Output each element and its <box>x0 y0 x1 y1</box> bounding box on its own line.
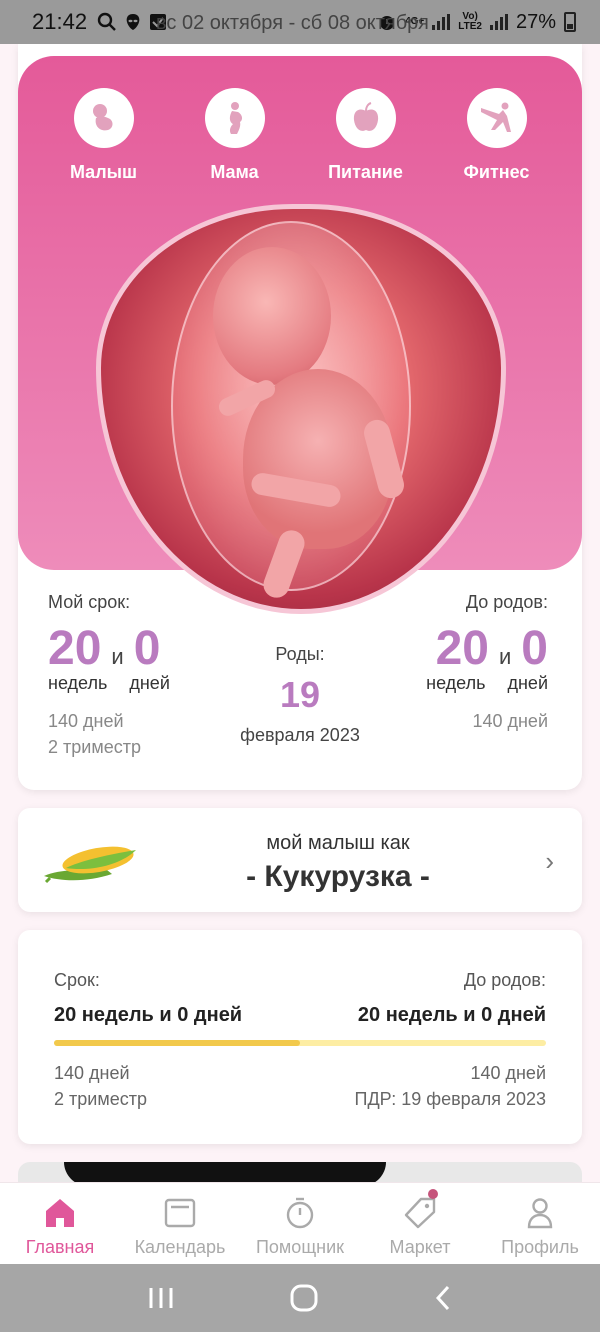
category-label: Питание <box>328 162 403 182</box>
notification-overlay-text: вс 02 октября - сб 08 октября <box>156 12 429 34</box>
until-weeks-value: 20 <box>435 622 489 675</box>
until-total-days: 140 дней <box>472 711 548 731</box>
nav-label: Профиль <box>501 1237 579 1257</box>
progress-right-days: 140 дней <box>470 1063 546 1083</box>
term-days-value: 0 <box>133 622 161 675</box>
term-weeks-value: 20 <box>48 622 102 675</box>
days-unit: дней <box>129 673 170 693</box>
my-term-column: Мой срок: 20 и 0 недель дней 140 дней 2 … <box>48 592 170 760</box>
pregnant-mother-icon <box>229 102 242 134</box>
weeks-unit: недель <box>48 673 108 693</box>
recent-apps-icon[interactable] <box>147 1285 175 1311</box>
birth-label: Роды: <box>275 644 325 664</box>
home-icon <box>46 1199 74 1227</box>
birth-column: Роды: 19 февраля 2023 <box>218 644 382 746</box>
days-unit: дней <box>507 673 548 693</box>
birth-month-year: февраля 2023 <box>240 725 360 745</box>
alien-icon <box>126 14 140 30</box>
birth-day: 19 <box>279 674 321 715</box>
category-fitness[interactable]: Фитнес <box>442 88 552 183</box>
nav-assistant[interactable]: Помощник <box>240 1183 360 1264</box>
market-notification-dot <box>428 1189 438 1199</box>
nav-label: Помощник <box>255 1237 344 1257</box>
category-nutrition[interactable]: Питание <box>311 88 421 183</box>
nav-home[interactable]: Главная <box>0 1183 120 1264</box>
baby-icon <box>92 104 112 131</box>
profile-icon <box>527 1198 553 1229</box>
apple-icon <box>353 102 378 131</box>
search-icon <box>97 12 116 31</box>
category-label: Мама <box>210 162 259 182</box>
progress-until-label: До родов: <box>463 970 546 990</box>
progress-term-value: 20 недель и 0 дней <box>54 1004 243 1026</box>
category-baby[interactable]: Малыш <box>49 88 159 183</box>
nav-label: Главная <box>25 1237 95 1257</box>
battery-icon <box>564 12 576 32</box>
signal-icon-2 <box>489 14 508 30</box>
lte2-label: LTE2 <box>458 21 482 32</box>
due-date: ПДР: 19 февраля 2023 <box>354 1089 546 1109</box>
until-days-value: 0 <box>521 622 548 675</box>
term-progress-fill <box>54 1040 300 1046</box>
my-term-label: Мой срок: <box>48 592 131 612</box>
nav-calendar[interactable]: Календарь <box>120 1183 240 1264</box>
until-and: и <box>499 644 512 669</box>
term-progress-card: Срок: До родов: 20 недель и 0 дней 20 не… <box>18 930 582 1144</box>
progress-until-value: 20 недель и 0 дней <box>357 1004 546 1026</box>
calendar-icon <box>164 1198 196 1228</box>
bottom-navigation: Главная Календарь Помощник Маркет Профил… <box>0 1182 600 1264</box>
nav-profile[interactable]: Профиль <box>480 1183 600 1264</box>
chevron-right-icon: › <box>545 846 554 876</box>
status-time: 21:42 <box>32 9 88 34</box>
baby-size-subtitle: мой малыш как <box>266 832 410 854</box>
fitness-icon <box>480 102 511 132</box>
category-mom[interactable]: Мама <box>180 88 290 183</box>
until-birth-column: До родов: 20 и 0 недель дней 140 дней <box>426 592 548 734</box>
progress-left-days: 140 дней <box>54 1063 130 1083</box>
embryo-image <box>96 204 506 614</box>
total-days: 140 дней <box>48 711 124 731</box>
until-birth-label: До родов: <box>465 592 548 612</box>
term-summary: Мой срок: 20 и 0 недель дней 140 дней 2 … <box>18 592 582 782</box>
battery-percent: 27% <box>515 10 556 33</box>
category-label: Малыш <box>69 162 138 182</box>
nav-market[interactable]: Маркет <box>360 1183 480 1264</box>
term-progress-bar <box>54 1040 546 1046</box>
signal-icon <box>432 14 451 30</box>
category-row: Малыш Мама Питание Фитнес <box>18 88 582 183</box>
trimester: 2 триместр <box>48 737 141 757</box>
status-bar: 21:42 вс 02 октября - сб 08 октября 4G+ … <box>0 0 600 44</box>
corn-icon <box>44 846 136 884</box>
tag-icon <box>404 1197 436 1229</box>
system-navigation-bar <box>0 1264 600 1332</box>
progress-term-label: Срок: <box>54 970 100 990</box>
back-icon[interactable] <box>433 1284 453 1312</box>
nav-label: Маркет <box>389 1237 451 1257</box>
pregnancy-hero-card: Малыш Мама Питание Фитнес Мой срок: 20 и… <box>18 44 582 790</box>
weeks-unit: недель <box>426 673 486 693</box>
baby-size-title: - Кукурузка - <box>246 860 430 893</box>
stopwatch-icon <box>286 1197 314 1229</box>
progress-trimester: 2 триместр <box>54 1089 147 1109</box>
category-label: Фитнес <box>463 162 530 182</box>
term-and: и <box>111 644 124 669</box>
home-button-icon[interactable] <box>289 1283 319 1313</box>
baby-size-card[interactable]: мой малыш как - Кукурузка - › <box>18 808 582 912</box>
nav-label: Календарь <box>134 1237 226 1257</box>
